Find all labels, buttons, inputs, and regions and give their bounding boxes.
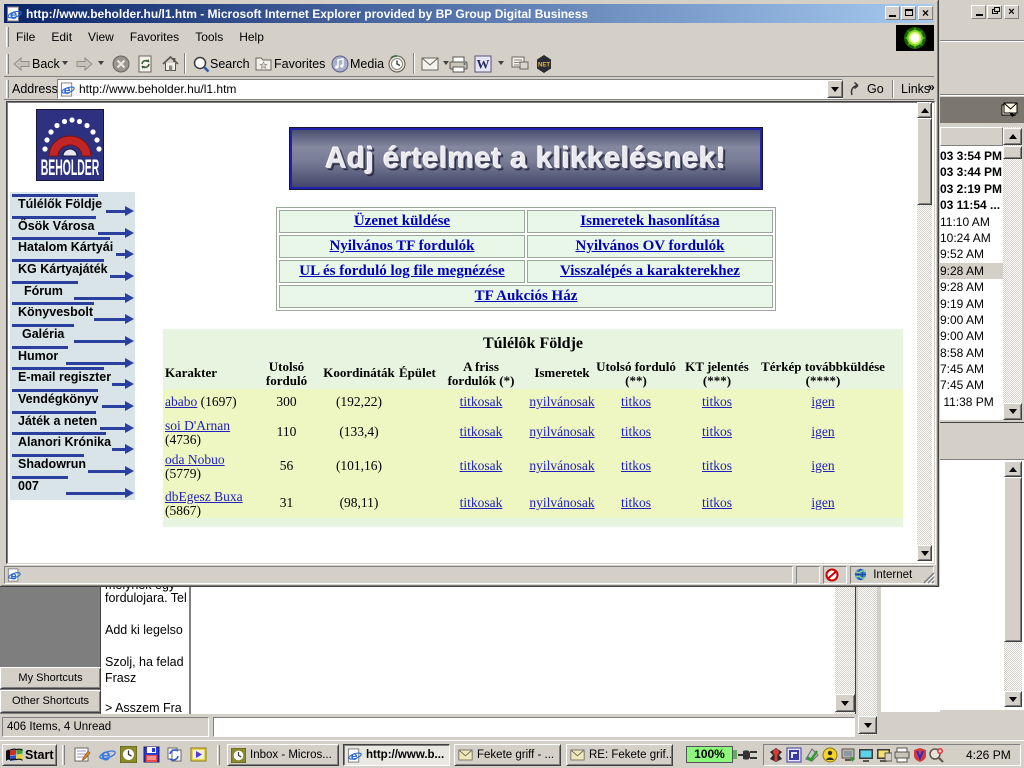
svg-text:e: e (11, 570, 17, 582)
svg-text:e: e (10, 7, 17, 22)
svg-text:e: e (64, 83, 71, 97)
svg-text:NET: NET (538, 63, 550, 69)
svg-text:BEHOLDER: BEHOLDER (41, 156, 100, 180)
svg-text:e: e (351, 749, 358, 763)
svg-text:W: W (477, 57, 490, 72)
